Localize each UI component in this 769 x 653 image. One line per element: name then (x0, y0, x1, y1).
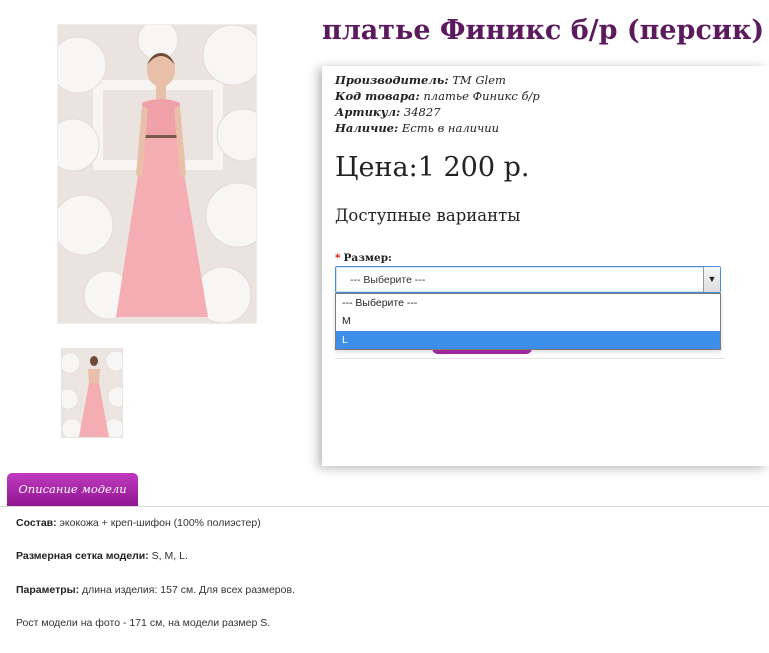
size-select[interactable]: --- Выберите --- ▼ (335, 266, 721, 293)
desc-size-range: Размерная сетка модели: S, M, L. (16, 550, 188, 562)
size-label: * Размер: (335, 252, 392, 264)
size-option-m[interactable]: M (336, 312, 720, 330)
product-info-panel: Производитель: TM Glem Код товара: плать… (322, 66, 769, 466)
meta-article: Артикул: 34827 (335, 105, 441, 119)
product-title: платье Финикс б/р (персик) (322, 15, 765, 46)
chevron-down-icon[interactable]: ▼ (703, 267, 720, 292)
size-select-value: --- Выберите --- (350, 274, 426, 286)
size-option-l[interactable]: L (336, 330, 720, 349)
size-dropdown-list[interactable]: --- Выберите --- M L (335, 293, 721, 350)
meta-availability: Наличие: Есть в наличии (335, 121, 500, 135)
product-thumbnail[interactable] (61, 348, 123, 438)
product-meta: Производитель: TM Glem Код товара: плать… (335, 72, 540, 136)
product-main-image[interactable] (57, 24, 257, 324)
required-mark: * (335, 252, 341, 264)
tab-divider (0, 506, 769, 507)
meta-product-code: Код товара: платье Финикс б/р (335, 89, 540, 103)
desc-composition: Состав: экокожа + креп-шифон (100% полиэ… (16, 517, 261, 529)
product-price: Цена:1 200 р. (335, 152, 530, 183)
meta-manufacturer: Производитель: TM Glem (335, 73, 506, 87)
manufacturer-link[interactable]: TM Glem (452, 73, 506, 87)
size-option-placeholder[interactable]: --- Выберите --- (336, 294, 720, 312)
tab-model-description[interactable]: Описание модели (7, 473, 138, 507)
panel-divider (335, 358, 725, 359)
options-heading: Доступные варианты (335, 206, 521, 225)
desc-parameters: Параметры: длина изделия: 157 см. Для вс… (16, 584, 295, 596)
desc-model-height: Рост модели на фото - 171 см, на модели … (16, 617, 271, 629)
